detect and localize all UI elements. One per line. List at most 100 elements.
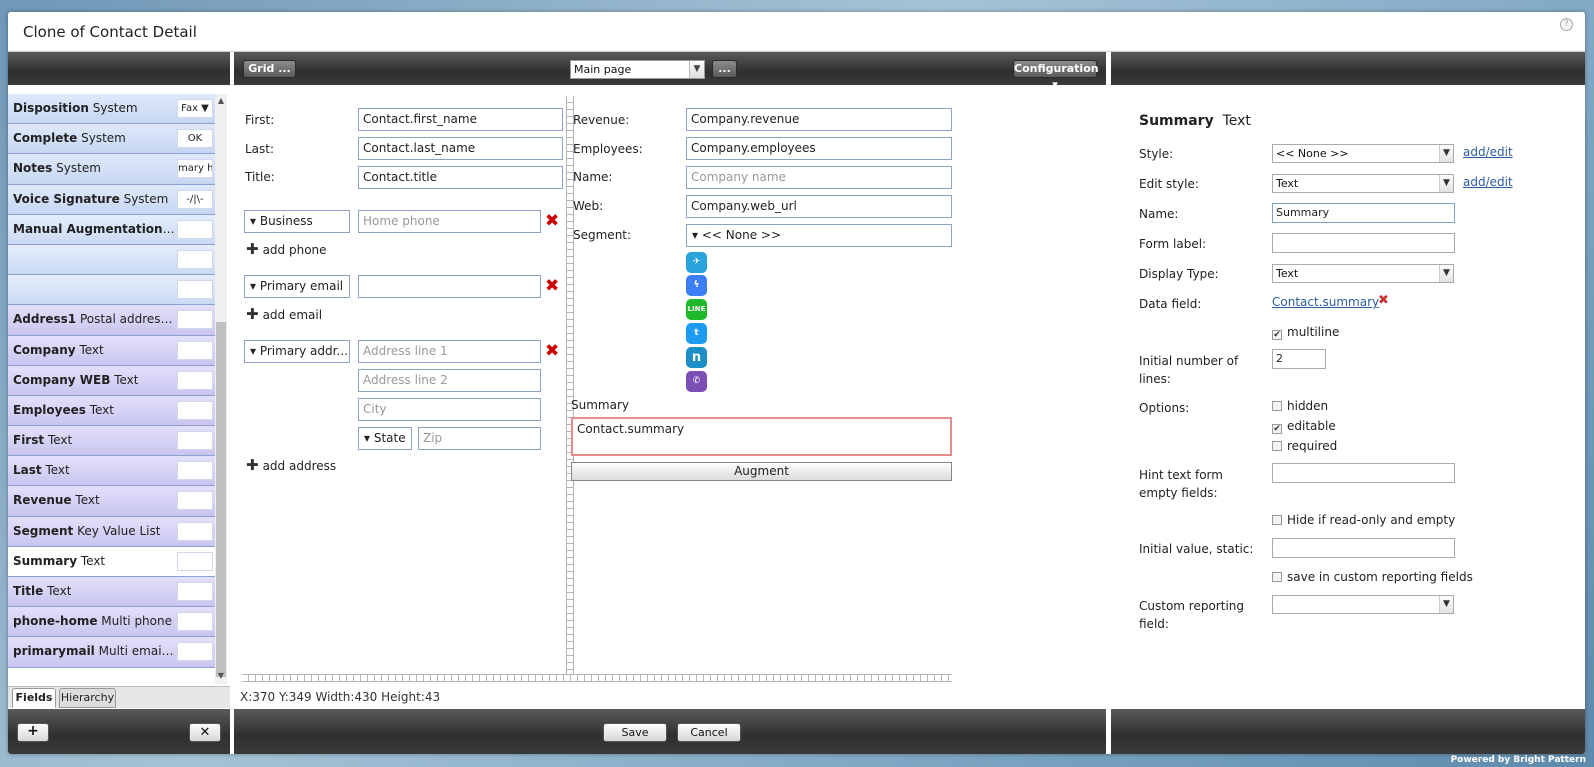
initial-value-input[interactable] — [1272, 538, 1455, 558]
address-line1-field[interactable]: Address line 1 — [358, 340, 541, 363]
segment-select[interactable]: ▾ << None >> — [686, 224, 952, 247]
scroll-up-icon[interactable]: ▲ — [217, 97, 225, 105]
email-type-select[interactable]: ▾ Primary email — [244, 275, 350, 298]
scroll-down-icon[interactable]: ▼ — [217, 672, 225, 680]
field-name: Complete — [13, 131, 78, 146]
configuration-button[interactable]: Configuration ▾ — [1013, 60, 1099, 91]
field-list-item[interactable]: Title Text — [8, 577, 215, 608]
field-list-item[interactable]: Last Text — [8, 456, 215, 487]
hide-if-empty-checkbox[interactable]: Hide if read-only and empty — [1272, 513, 1455, 527]
employees-field[interactable]: Company.employees — [686, 137, 952, 160]
messenger-icon[interactable]: ϟ — [686, 275, 707, 296]
remove-data-field-icon[interactable]: ✖ — [1378, 293, 1389, 308]
page-more-button[interactable]: ... — [712, 60, 737, 78]
grid-button[interactable]: Grid ... — [243, 60, 296, 78]
form-label-input[interactable] — [1272, 233, 1455, 253]
field-type: Multi phone — [101, 614, 172, 629]
field-list-item[interactable]: Voice Signature System -/|\- — [8, 184, 215, 215]
address-type-select[interactable]: ▾ Primary addr... — [244, 340, 350, 363]
field-list-item[interactable]: Complete System OK — [8, 124, 215, 155]
field-name: Company WEB — [13, 372, 111, 387]
zip-field[interactable]: Zip — [418, 427, 541, 450]
hint-text-input[interactable] — [1272, 463, 1455, 483]
field-list-item[interactable]: Address1 Postal addresses — [8, 305, 215, 336]
initial-lines-input[interactable]: 2 — [1272, 349, 1326, 369]
editable-checkbox[interactable]: ✔ editable — [1272, 419, 1336, 434]
field-preview — [177, 491, 213, 511]
add-phone-label: add phone — [262, 243, 327, 257]
field-list-item[interactable]: Company WEB Text — [8, 365, 215, 396]
city-field[interactable]: City — [358, 398, 541, 421]
first-name-field[interactable]: Contact.first_name — [358, 108, 563, 131]
phone-field[interactable]: Home phone — [358, 210, 541, 233]
display-type-select[interactable]: Text ▼ — [1272, 264, 1454, 283]
field-list-item[interactable]: Revenue Text — [8, 486, 215, 517]
nextdoor-icon[interactable]: n — [686, 347, 707, 368]
field-list-item[interactable]: Notes System mary had a little lamb — [8, 154, 215, 185]
edit-style-select[interactable]: Text ▼ — [1272, 174, 1454, 193]
field-list-item[interactable]: Summary Text — [8, 546, 215, 577]
field-list-scrollbar[interactable]: ▲ ▼ — [215, 94, 227, 684]
add-address-link[interactable]: ✚ add address — [246, 456, 336, 474]
last-name-field[interactable]: Contact.last_name — [358, 137, 563, 160]
fields-panel-footer: + ✕ — [8, 709, 230, 754]
telegram-icon[interactable]: ✈ — [686, 252, 707, 273]
save-button[interactable]: Save — [603, 723, 667, 742]
properties-footer — [1111, 709, 1585, 754]
add-email-link[interactable]: ✚ add email — [246, 305, 322, 323]
field-list-item[interactable]: phone-home Multi phone — [8, 607, 215, 638]
field-list-item[interactable] — [8, 275, 215, 306]
custom-reporting-field-select[interactable]: ▼ — [1272, 595, 1454, 614]
field-list-item[interactable]: Manual Augmentation Sys... — [8, 214, 215, 245]
tab-fields[interactable]: Fields — [12, 688, 56, 708]
company-name-field[interactable]: Company name — [686, 166, 952, 189]
summary-textarea[interactable]: Contact.summary — [571, 417, 952, 456]
email-field[interactable] — [358, 275, 541, 298]
twitter-icon[interactable]: t — [686, 323, 707, 344]
line-icon[interactable]: LINE — [686, 299, 707, 320]
data-field-link[interactable]: Contact.summary — [1272, 295, 1379, 309]
remove-phone-icon[interactable]: ✖ — [545, 213, 559, 230]
tab-hierarchy[interactable]: Hierarchy — [59, 688, 116, 708]
add-field-button[interactable]: + — [17, 723, 49, 742]
field-type: System — [81, 131, 126, 146]
hidden-checkbox[interactable]: hidden — [1272, 399, 1328, 413]
web-field[interactable]: Company.web_url — [686, 195, 952, 218]
plus-icon: ✚ — [246, 305, 259, 323]
augment-button[interactable]: Augment — [571, 462, 952, 481]
viber-icon[interactable]: ✆ — [686, 371, 707, 392]
delete-field-button[interactable]: ✕ — [189, 723, 221, 742]
field-list-item[interactable]: primarymail Multi email a... — [8, 637, 215, 668]
revenue-field[interactable]: Company.revenue — [686, 108, 952, 131]
checkbox-checked-icon: ✔ — [1272, 424, 1282, 434]
edit-style-add-edit-link[interactable]: add/edit — [1463, 175, 1513, 189]
name-input[interactable]: Summary — [1272, 203, 1455, 223]
add-phone-link[interactable]: ✚ add phone — [246, 240, 327, 258]
cancel-button[interactable]: Cancel — [677, 723, 741, 742]
field-list-item[interactable]: Company Text — [8, 335, 215, 366]
multiline-checkbox[interactable]: ✔ multiline — [1272, 325, 1339, 340]
help-icon[interactable]: ? — [1560, 18, 1573, 31]
phone-type-select[interactable]: ▾ Business — [244, 210, 350, 233]
required-checkbox[interactable]: required — [1272, 439, 1337, 453]
save-custom-reporting-checkbox[interactable]: save in custom reporting fields — [1272, 570, 1473, 584]
field-list-item[interactable]: Employees Text — [8, 395, 215, 427]
field-list-item[interactable]: Disposition System Fax ▼ — [8, 94, 215, 125]
field-type: Key Value List — [77, 523, 161, 538]
field-name: Segment — [13, 523, 74, 538]
style-select[interactable]: << None >> ▼ — [1272, 144, 1454, 163]
style-add-edit-link[interactable]: add/edit — [1463, 145, 1513, 159]
field-list-item[interactable]: First Text — [8, 426, 215, 457]
page-select[interactable]: Main page ▼ — [570, 60, 705, 79]
title-field[interactable]: Contact.title — [358, 166, 563, 189]
scroll-thumb[interactable] — [216, 322, 226, 677]
field-list-item[interactable] — [8, 244, 215, 276]
row-divider[interactable] — [242, 674, 952, 682]
state-select[interactable]: ▾ State — [358, 427, 412, 450]
remove-email-icon[interactable]: ✖ — [545, 278, 559, 295]
add-email-label: add email — [262, 308, 323, 322]
address-line2-field[interactable]: Address line 2 — [358, 369, 541, 392]
field-list-item[interactable]: Segment Key Value List — [8, 516, 215, 547]
remove-address-icon[interactable]: ✖ — [545, 343, 559, 360]
checkbox-icon — [1272, 572, 1282, 582]
